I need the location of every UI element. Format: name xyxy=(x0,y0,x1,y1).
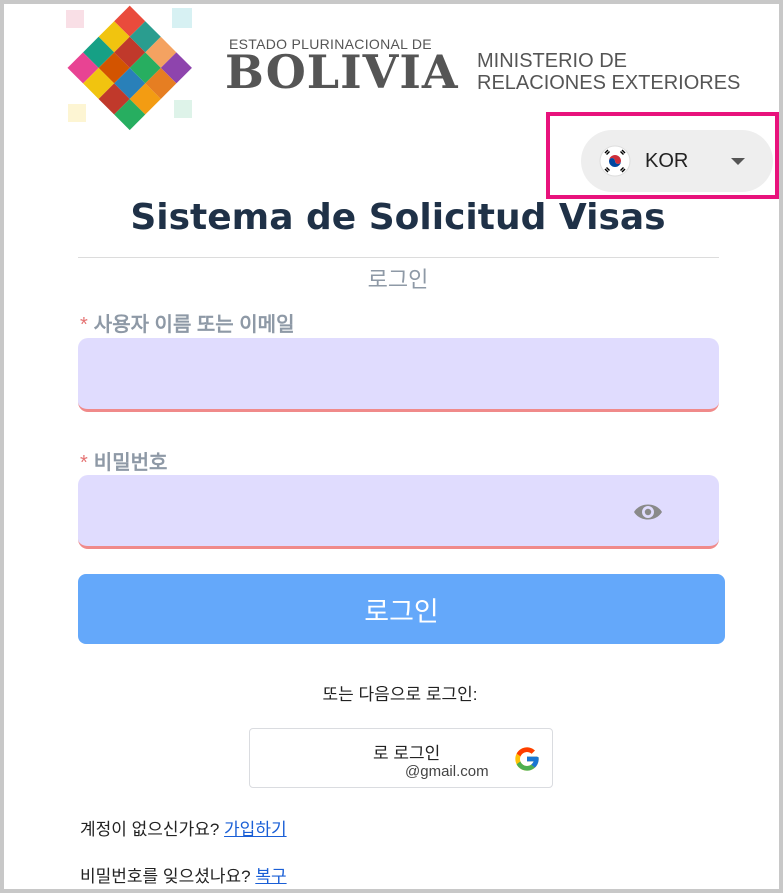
signup-link[interactable]: 가입하기 xyxy=(224,820,287,839)
google-icon xyxy=(515,747,539,771)
ministry-line-1: MINISTERIO DE xyxy=(477,50,628,72)
alt-login-prompt: 또는 다음으로 로그인: xyxy=(322,685,478,704)
header-ministry: MINISTERIO DE RELACIONES EXTERIORES xyxy=(477,50,740,94)
username-input[interactable] xyxy=(78,338,719,412)
google-login-label: 로 로그인 xyxy=(373,744,441,763)
signup-prompt: 계정이 없으신가요? xyxy=(80,820,220,839)
google-account-email: @gmail.com xyxy=(405,763,489,780)
header-country-name: BOLIVIA xyxy=(225,45,459,99)
password-label-text: 비밀번호 xyxy=(93,452,168,474)
signup-row: 계정이 없으신가요? 가입하기 xyxy=(80,815,287,840)
bolivia-logo-mosaic xyxy=(66,5,192,131)
eye-icon[interactable] xyxy=(632,498,664,526)
title-divider xyxy=(78,257,719,258)
language-select[interactable]: KOR xyxy=(581,130,773,192)
recover-row: 비밀번호를 잊으셨나요? 복구 xyxy=(80,862,287,887)
required-mark: * xyxy=(80,314,88,336)
google-login-button[interactable]: 로 로그인 @gmail.com xyxy=(249,728,553,788)
south-korea-flag-icon xyxy=(599,145,631,177)
chevron-down-icon xyxy=(731,157,745,165)
username-label: * 사용자 이름 또는 이메일 xyxy=(80,308,294,337)
password-label: * 비밀번호 xyxy=(80,446,167,475)
username-label-text: 사용자 이름 또는 이메일 xyxy=(93,314,295,336)
recover-link[interactable]: 복구 xyxy=(255,867,286,886)
required-mark: * xyxy=(80,452,88,474)
page-title: Sistema de Solicitud Visas xyxy=(130,197,666,238)
ministry-line-2: RELACIONES EXTERIORES xyxy=(477,72,741,94)
login-button[interactable]: 로그인 xyxy=(78,574,725,644)
login-subtitle: 로그인 xyxy=(367,267,429,292)
recover-prompt: 비밀번호를 잊으셨나요? xyxy=(80,867,251,886)
language-code: KOR xyxy=(645,149,689,172)
password-input[interactable] xyxy=(78,475,719,549)
